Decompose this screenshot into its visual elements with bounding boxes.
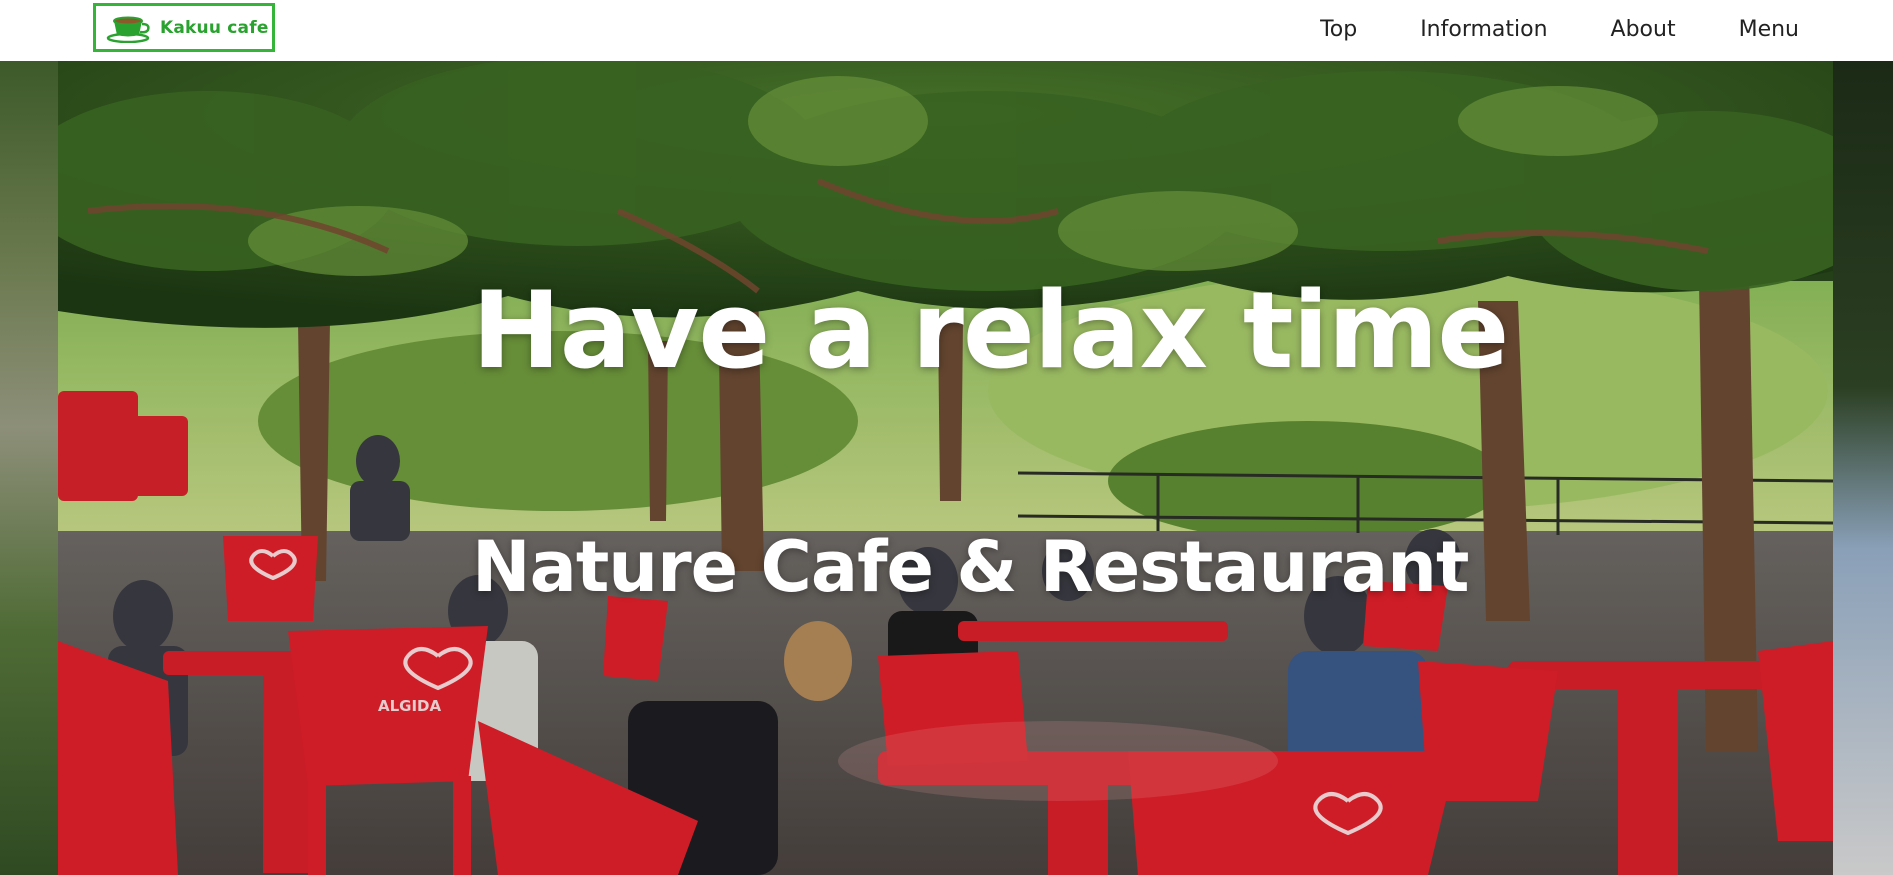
- hero-side-image-right: [1833, 61, 1893, 875]
- nav-link-information[interactable]: Information: [1420, 17, 1547, 42]
- hero-background-image: ALGIDA: [58, 61, 1833, 875]
- coffee-cup-icon: [106, 16, 150, 43]
- logo-text: Kakuu cafe: [160, 17, 269, 38]
- site-header: Kakuu cafe Top Information About Menu: [0, 0, 1893, 61]
- nav-link-about[interactable]: About: [1611, 17, 1676, 42]
- site-logo[interactable]: Kakuu cafe: [93, 3, 275, 52]
- hero-title: Have a relax time: [472, 269, 1509, 392]
- main-nav: Top Information About Menu: [1320, 0, 1799, 58]
- hero-side-image-left: [0, 61, 58, 875]
- hero-subtitle: Nature Cafe & Restaurant: [472, 526, 1469, 608]
- nav-link-menu[interactable]: Menu: [1739, 17, 1799, 42]
- hero-section: ALGIDA Have a relax time Nature Cafe & R…: [58, 61, 1833, 875]
- nav-link-top[interactable]: Top: [1320, 17, 1357, 42]
